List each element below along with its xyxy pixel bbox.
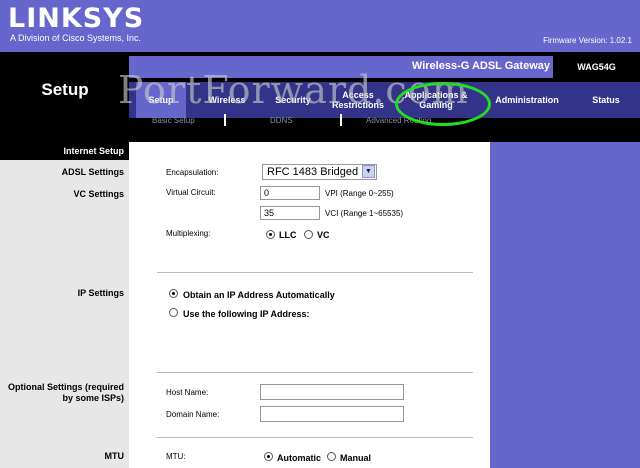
- ip-settings-label: IP Settings: [77, 288, 124, 298]
- right-column: [490, 142, 640, 468]
- chevron-down-icon[interactable]: ▼: [362, 165, 375, 178]
- firmware-version: Firmware Version: 1.02.1: [543, 36, 632, 45]
- subtab-ddns[interactable]: DDNS: [270, 116, 293, 125]
- divider: [157, 437, 473, 438]
- model-number: WAG54G: [553, 56, 640, 78]
- ip-auto-label: Obtain an IP Address Automatically: [183, 290, 335, 300]
- tab-administration[interactable]: Administration: [490, 82, 564, 118]
- mtu-label: MTU:: [166, 452, 186, 461]
- subtab-separator: [340, 114, 342, 126]
- vc-settings-label: VC Settings: [73, 189, 124, 199]
- mtu-manual-label: Manual: [340, 453, 372, 463]
- vci-input[interactable]: 35: [260, 206, 320, 220]
- divider: [157, 372, 473, 373]
- host-name-input[interactable]: [260, 384, 404, 400]
- host-name-label: Host Name:: [166, 388, 209, 397]
- subtab-separator: [224, 114, 226, 126]
- adsl-settings-label: ADSL Settings: [61, 167, 124, 177]
- mtu-section-label: MTU: [104, 451, 125, 461]
- mtu-manual-radio[interactable]: [327, 452, 336, 461]
- page-title: Setup: [41, 80, 89, 99]
- multiplexing-label: Multiplexing:: [166, 229, 211, 238]
- vpi-input[interactable]: 0: [260, 186, 320, 200]
- domain-name-label: Domain Name:: [166, 410, 220, 419]
- encapsulation-label: Encapsulation:: [166, 168, 219, 177]
- mtu-auto-radio[interactable]: [264, 452, 273, 461]
- llc-radio[interactable]: [266, 230, 275, 239]
- linksys-logo: LINKSYS: [8, 3, 145, 34]
- encapsulation-select[interactable]: RFC 1483 Bridged: [262, 164, 377, 180]
- logo-tagline: A Division of Cisco Systems, Inc.: [10, 33, 142, 43]
- ip-static-label: Use the following IP Address:: [183, 309, 310, 319]
- vci-range-hint: VCI (Range 1~65535): [325, 209, 404, 218]
- ip-static-radio[interactable]: [169, 308, 178, 317]
- vc-radio[interactable]: [304, 230, 313, 239]
- vc-label: VC: [317, 230, 330, 240]
- llc-label: LLC: [279, 230, 297, 240]
- internet-setup-label: Internet Setup: [63, 146, 124, 156]
- mtu-auto-label: Automatic: [277, 453, 322, 463]
- domain-name-input[interactable]: [260, 406, 404, 422]
- ip-auto-radio[interactable]: [169, 289, 178, 298]
- subtab-basic-setup[interactable]: Basic Setup: [152, 116, 195, 125]
- divider: [157, 272, 473, 273]
- vpi-range-hint: VPI (Range 0~255): [325, 189, 394, 198]
- optional-settings-label: Optional Settings (required by some ISPs…: [7, 382, 124, 403]
- tab-status[interactable]: Status: [582, 82, 630, 118]
- virtual-circuit-label: Virtual Circuit:: [166, 188, 216, 197]
- highlight-circle: [395, 82, 491, 126]
